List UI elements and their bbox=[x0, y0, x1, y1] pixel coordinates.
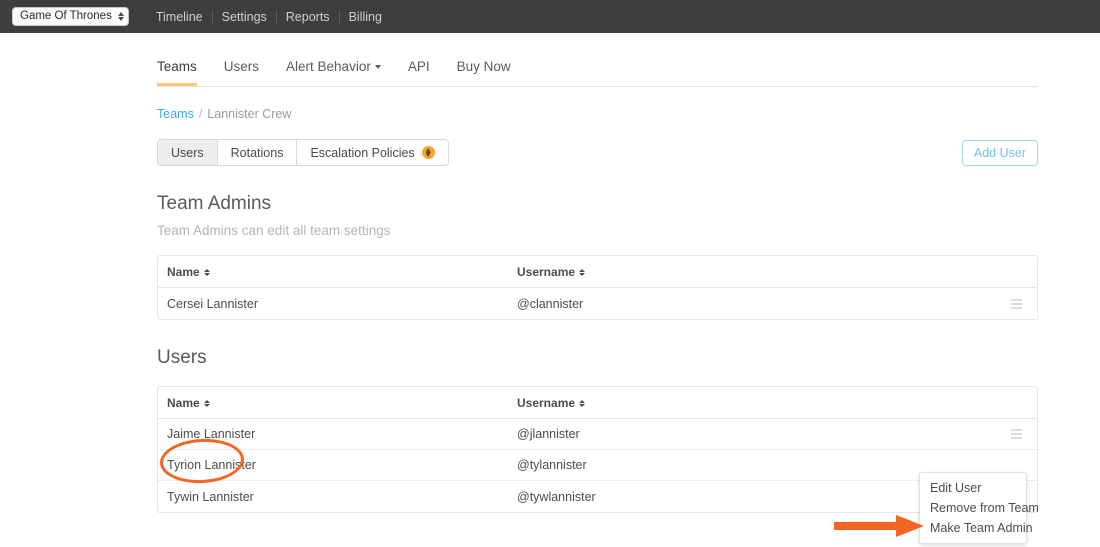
users-table: Name Username Jaime Lannister @jlanniste… bbox=[157, 386, 1038, 513]
cell-name: Cersei Lannister bbox=[167, 296, 259, 311]
tab-users[interactable]: Users bbox=[224, 59, 259, 86]
pill-tab-escalation-policies-label: Escalation Policies bbox=[310, 145, 415, 160]
organization-select-label: Game Of Thrones bbox=[20, 10, 112, 22]
menu-item-edit-user[interactable]: Edit User bbox=[920, 478, 1026, 498]
top-navbar: Game Of Thrones Timeline Settings Report… bbox=[0, 0, 1100, 33]
cell-name: Jaime Lannister bbox=[167, 427, 256, 441]
team-admins-table: Name Username Cersei Lannister @clannist… bbox=[157, 255, 1038, 320]
column-header-name-label: Name bbox=[167, 264, 200, 279]
pill-tab-users[interactable]: Users bbox=[158, 140, 218, 165]
table-row: Jaime Lannister @jlannister bbox=[158, 419, 1037, 450]
column-header-name[interactable]: Name bbox=[158, 396, 515, 410]
column-header-username[interactable]: Username bbox=[515, 396, 995, 410]
menu-item-make-team-admin[interactable]: Make Team Admin bbox=[920, 518, 1033, 538]
pill-tab-rotations[interactable]: Rotations bbox=[217, 140, 298, 165]
stepper-arrows-icon bbox=[117, 11, 124, 22]
tab-buy-now-label: Buy Now bbox=[456, 59, 511, 74]
tab-api-label: API bbox=[407, 59, 430, 74]
table-row: Tyrion Lannister @tylannister bbox=[158, 450, 1037, 481]
team-admins-subtitle: Team Admins can edit all team settings bbox=[157, 223, 391, 238]
pill-tab-users-label: Users bbox=[171, 145, 204, 160]
pill-tab-rotations-label: Rotations bbox=[230, 145, 284, 160]
tab-alert-behavior[interactable]: Alert Behavior bbox=[286, 59, 381, 86]
column-header-name[interactable]: Name bbox=[158, 265, 515, 279]
users-title: Users bbox=[157, 347, 207, 368]
navbar-link-settings[interactable]: Settings bbox=[213, 10, 276, 24]
tab-teams-label: Teams bbox=[157, 59, 197, 74]
sort-icon bbox=[203, 399, 210, 408]
cell-name: Tywin Lannister bbox=[167, 489, 254, 504]
row-menu-icon[interactable] bbox=[1010, 298, 1022, 309]
tab-buy-now[interactable]: Buy Now bbox=[457, 59, 511, 86]
section-tabs: Teams Users Alert Behavior API Buy Now bbox=[157, 33, 1038, 87]
sort-icon bbox=[579, 399, 586, 408]
tab-api[interactable]: API bbox=[408, 59, 430, 86]
cell-actions bbox=[995, 298, 1037, 309]
annotation-arrow bbox=[834, 515, 924, 537]
team-admins-title: Team Admins bbox=[157, 193, 272, 214]
breadcrumb: Teams / Lannister Crew bbox=[157, 107, 1100, 121]
table-header-row: Name Username bbox=[158, 387, 1037, 419]
breadcrumb-separator: / bbox=[198, 107, 203, 121]
table-header-row: Name Username bbox=[158, 256, 1037, 288]
add-user-button[interactable]: Add User bbox=[961, 139, 1038, 166]
cell-username: @tylannister bbox=[517, 458, 587, 472]
cell-username: @jlannister bbox=[517, 427, 580, 441]
tab-users-label: Users bbox=[223, 59, 260, 74]
tab-teams[interactable]: Teams bbox=[157, 59, 197, 86]
pill-tab-escalation-policies[interactable]: Escalation Policies bbox=[297, 140, 448, 165]
sort-icon bbox=[203, 268, 210, 277]
navbar-link-reports[interactable]: Reports bbox=[277, 10, 339, 24]
column-header-name-label: Name bbox=[167, 395, 200, 410]
column-header-username[interactable]: Username bbox=[515, 265, 995, 279]
table-row: Tywin Lannister @tywlannister bbox=[158, 481, 1037, 512]
sub-toolbar: Users Rotations Escalation Policies Add … bbox=[157, 139, 1038, 166]
navbar-link-billing[interactable]: Billing bbox=[340, 10, 391, 24]
cell-name: Tyrion Lannister bbox=[167, 458, 256, 472]
column-header-username-label: Username bbox=[517, 395, 576, 410]
organization-select[interactable]: Game Of Thrones bbox=[12, 7, 129, 26]
page-content: Teams Users Alert Behavior API Buy Now T… bbox=[0, 33, 1100, 544]
menu-item-remove-from-team[interactable]: Remove from Team bbox=[920, 498, 1039, 518]
breadcrumb-current: Lannister Crew bbox=[207, 107, 292, 121]
cell-username: @clannister bbox=[517, 296, 584, 311]
breadcrumb-link-teams[interactable]: Teams bbox=[157, 107, 194, 121]
sort-icon bbox=[579, 268, 586, 277]
chevron-down-icon bbox=[374, 65, 381, 70]
table-row: Cersei Lannister @clannister bbox=[158, 288, 1037, 319]
navbar-links: Timeline Settings Reports Billing bbox=[147, 9, 391, 24]
alert-badge-icon bbox=[421, 146, 435, 159]
row-menu-icon[interactable] bbox=[1010, 429, 1022, 439]
cell-actions bbox=[995, 429, 1037, 439]
pill-tab-group: Users Rotations Escalation Policies bbox=[157, 139, 449, 166]
navbar-link-timeline[interactable]: Timeline bbox=[147, 10, 212, 24]
tab-alert-behavior-label: Alert Behavior bbox=[286, 59, 371, 74]
row-actions-dropdown: Edit User Remove from Team Make Team Adm… bbox=[919, 472, 1039, 544]
column-header-username-label: Username bbox=[517, 264, 576, 279]
